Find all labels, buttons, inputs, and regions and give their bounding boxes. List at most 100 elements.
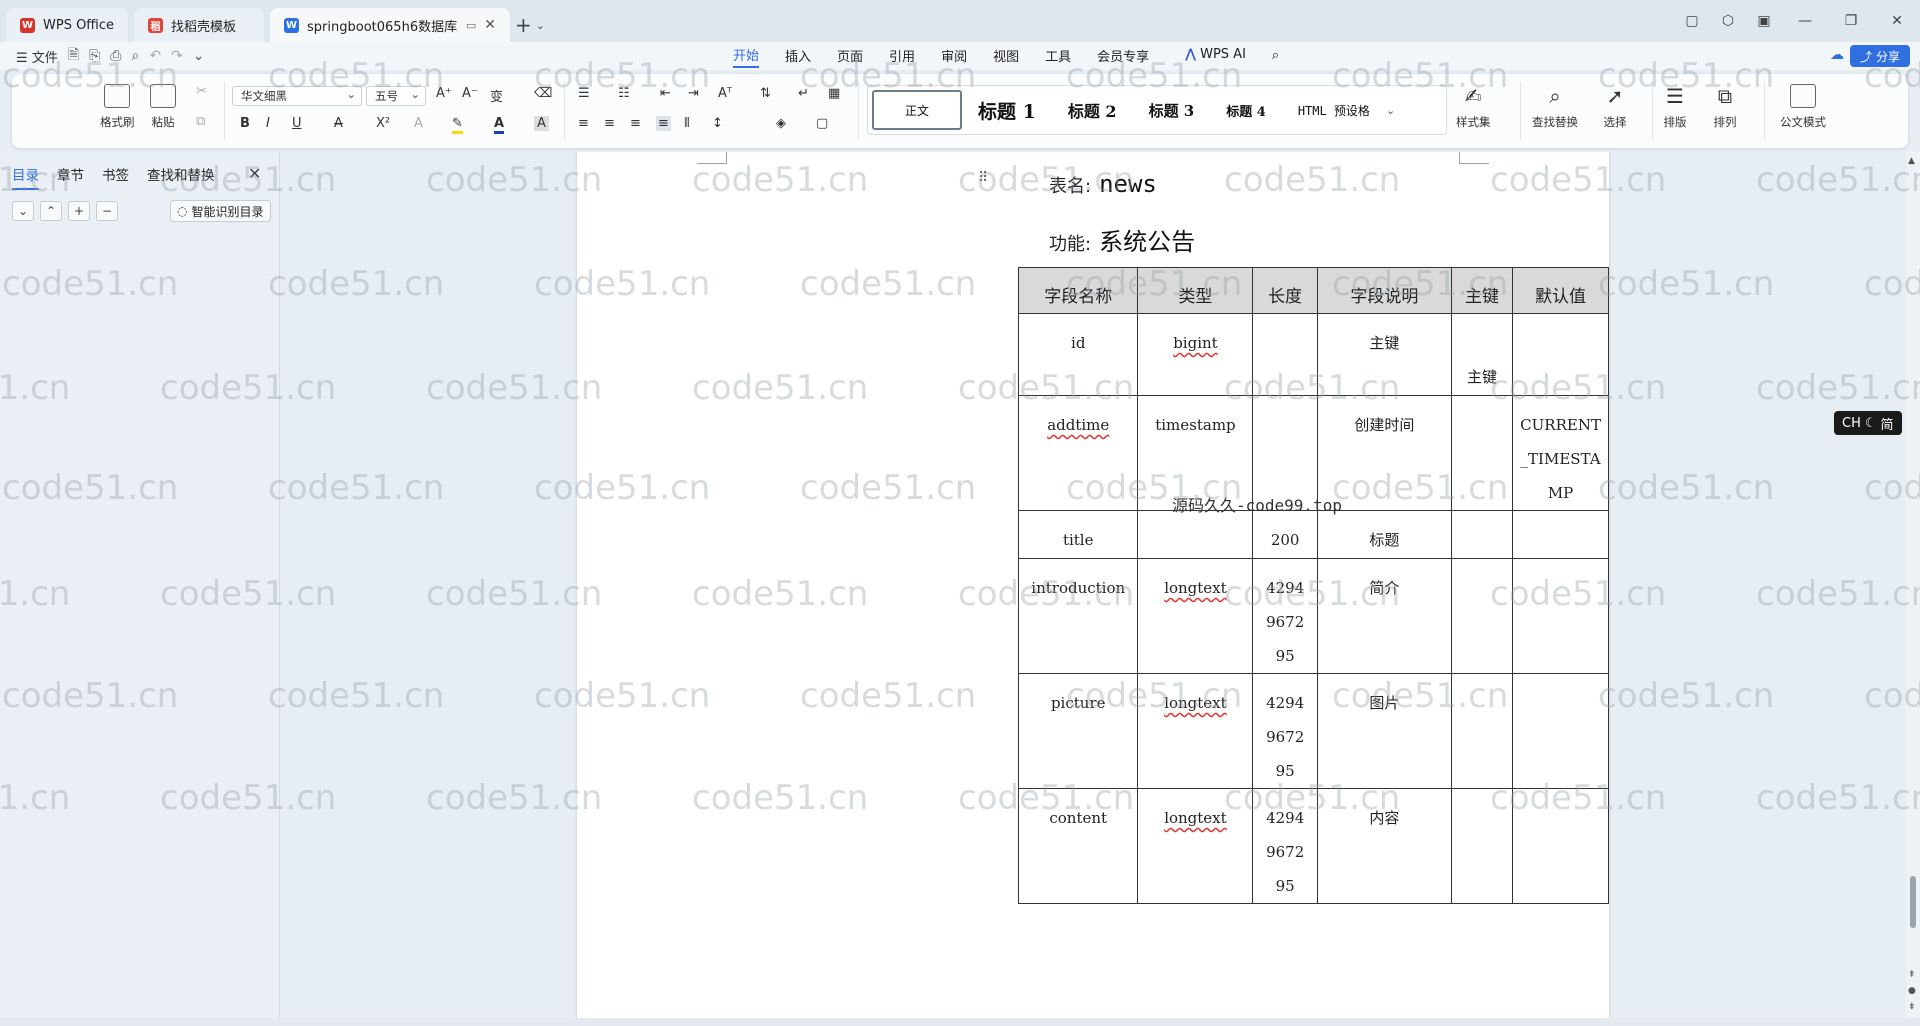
- font-size-select[interactable]: 五号: [366, 86, 426, 106]
- shrink-font-icon[interactable]: A⁻: [462, 86, 478, 101]
- restore-button[interactable]: ❐: [1828, 13, 1874, 29]
- tab-document[interactable]: W springboot065h6数据库文 ▭ ✕: [270, 8, 511, 42]
- tab-review[interactable]: 审阅: [941, 46, 967, 67]
- style-normal[interactable]: 正文: [872, 90, 962, 130]
- find-replace-button[interactable]: ⌕ 查找替换: [1532, 84, 1578, 130]
- clear-format-icon[interactable]: ⌫: [534, 86, 552, 101]
- format-painter-button[interactable]: 格式刷: [100, 84, 135, 130]
- new-tab-button[interactable]: + ⌄: [510, 8, 550, 42]
- phonetic-icon[interactable]: 变: [490, 86, 503, 105]
- prev-page-icon[interactable]: ⇞: [1908, 970, 1916, 980]
- increase-indent-icon[interactable]: ⇥: [688, 86, 699, 101]
- tab-home[interactable]: 开始: [733, 45, 760, 68]
- add-icon[interactable]: +: [68, 201, 90, 221]
- tab-references[interactable]: 引用: [889, 46, 915, 67]
- numbered-list-icon[interactable]: ☷: [618, 86, 630, 101]
- font-name-select[interactable]: 华文细黑: [232, 86, 362, 106]
- document-page[interactable]: ⠿ 表名: news 功能: 系统公告 字段名称 类型 长度 字段说明 主键 默…: [577, 152, 1609, 1018]
- shading-icon[interactable]: ◈: [776, 116, 786, 131]
- borders-icon[interactable]: ▢: [816, 116, 828, 131]
- print-icon[interactable]: ⎙: [110, 48, 121, 64]
- chevron-down-icon[interactable]: ⌄: [536, 19, 545, 32]
- export-pdf-icon[interactable]: ⎘: [89, 48, 100, 64]
- underline-icon[interactable]: U: [292, 116, 302, 131]
- sort-icon[interactable]: ⇅: [760, 86, 771, 101]
- highlight-icon[interactable]: ✎: [452, 116, 463, 134]
- bullet-list-icon[interactable]: ☰: [578, 86, 590, 101]
- copy-icon[interactable]: ⧉: [196, 114, 205, 129]
- align-right-icon[interactable]: ≡: [630, 116, 641, 131]
- arrange-button[interactable]: ⧉ 排列: [1712, 84, 1738, 130]
- line-spacing-icon[interactable]: ↕: [712, 116, 723, 131]
- scroll-up-icon[interactable]: ▲: [1908, 156, 1915, 166]
- vertical-scrollbar[interactable]: ▲ ⇞ ● ⇟: [1906, 152, 1920, 1018]
- tab-member[interactable]: 会员专享: [1097, 46, 1149, 67]
- fields-table[interactable]: 字段名称 类型 长度 字段说明 主键 默认值 id bigint 主键 主键 a…: [1017, 267, 1609, 904]
- tab-find-replace[interactable]: 查找和替换: [147, 164, 215, 190]
- align-center-icon[interactable]: ≡: [604, 116, 615, 131]
- avatar[interactable]: ▣: [1746, 13, 1782, 29]
- ime-indicator[interactable]: CH ☾ 简: [1834, 411, 1902, 435]
- close-window-button[interactable]: ✕: [1874, 13, 1920, 29]
- text-direction-icon[interactable]: Aᵀ: [718, 86, 732, 101]
- official-mode-button[interactable]: 公文模式: [1780, 84, 1826, 130]
- tab-bookmarks[interactable]: 书签: [102, 164, 129, 190]
- decrease-indent-icon[interactable]: ⇤: [660, 86, 671, 101]
- expand-icon[interactable]: ⌄: [12, 201, 34, 221]
- cut-icon[interactable]: ✂: [196, 84, 207, 99]
- wps-ai-button[interactable]: ⋀ WPS AI: [1185, 47, 1246, 66]
- redo-icon[interactable]: ↷: [171, 48, 183, 64]
- table-icon[interactable]: ▦: [828, 86, 840, 101]
- screen-icon[interactable]: ▭: [466, 19, 476, 32]
- line-break-icon[interactable]: ↵: [798, 86, 809, 101]
- layout-icon[interactable]: ▢: [1674, 13, 1710, 29]
- tab-tools[interactable]: 工具: [1045, 46, 1071, 67]
- document-area[interactable]: ⠿ 表名: news 功能: 系统公告 字段名称 类型 长度 字段说明 主键 默…: [281, 152, 1906, 1018]
- tab-docer-templates[interactable]: 稻 找稻壳模板: [134, 8, 265, 42]
- paste-button[interactable]: 粘贴: [150, 84, 176, 130]
- smart-toc-button[interactable]: ◌ 智能识别目录: [170, 200, 271, 222]
- customize-quick-access-icon[interactable]: ⌄: [193, 48, 205, 64]
- distribute-icon[interactable]: ⦀: [684, 116, 690, 131]
- minimize-button[interactable]: —: [1782, 13, 1828, 29]
- tab-toc[interactable]: 目录: [12, 164, 39, 190]
- undo-icon[interactable]: ↶: [149, 48, 161, 64]
- strikethrough-icon[interactable]: A: [334, 116, 343, 131]
- select-button[interactable]: ➚ 选择: [1602, 84, 1628, 130]
- close-tab-icon[interactable]: ✕: [484, 17, 496, 33]
- text-effect-icon[interactable]: A: [414, 116, 423, 131]
- style-heading-3[interactable]: 标题 3: [1133, 90, 1211, 130]
- style-set-button[interactable]: ✍ 样式集: [1456, 84, 1491, 130]
- save-icon[interactable]: 🗎: [68, 44, 79, 68]
- align-left-icon[interactable]: ≡: [578, 116, 589, 131]
- style-heading-4[interactable]: 标题 4: [1210, 90, 1282, 130]
- layout-button[interactable]: ☰ 排版: [1662, 84, 1688, 130]
- font-color-icon[interactable]: A: [494, 116, 505, 134]
- grow-font-icon[interactable]: A⁺: [436, 86, 452, 101]
- cloud-sync-icon[interactable]: ☁: [1830, 47, 1844, 63]
- style-heading-2[interactable]: 标题 2: [1052, 90, 1133, 130]
- tab-wps-office[interactable]: W WPS Office: [6, 8, 129, 42]
- scrollbar-thumb[interactable]: [1910, 876, 1916, 928]
- tab-chapters[interactable]: 章节: [57, 164, 84, 190]
- print-preview-icon[interactable]: ⌕: [131, 48, 139, 64]
- collapse-icon[interactable]: ⌃: [40, 201, 62, 221]
- style-html-preformatted[interactable]: HTML 预设格: [1282, 90, 1386, 130]
- file-menu[interactable]: ☰ 文件: [16, 47, 58, 66]
- style-heading-1[interactable]: 标题 1: [962, 90, 1052, 130]
- search-icon[interactable]: ⌕: [1272, 48, 1279, 65]
- select-browse-icon[interactable]: ●: [1908, 986, 1916, 996]
- superscript-icon[interactable]: X²: [376, 116, 390, 131]
- close-icon[interactable]: ✕: [248, 164, 261, 183]
- char-shading-icon[interactable]: A: [534, 116, 549, 131]
- tab-insert[interactable]: 插入: [785, 46, 811, 67]
- share-button[interactable]: ⤴ 分享: [1849, 45, 1910, 67]
- tab-page[interactable]: 页面: [837, 46, 863, 67]
- next-page-icon[interactable]: ⇟: [1908, 1002, 1916, 1012]
- tab-view[interactable]: 视图: [993, 46, 1019, 67]
- styles-expand-icon[interactable]: ⌄: [1386, 104, 1395, 117]
- cube-icon[interactable]: ⬡: [1710, 13, 1746, 29]
- drag-handle-icon[interactable]: ⠿: [978, 170, 988, 186]
- remove-icon[interactable]: −: [96, 201, 118, 221]
- bold-icon[interactable]: B: [240, 116, 250, 131]
